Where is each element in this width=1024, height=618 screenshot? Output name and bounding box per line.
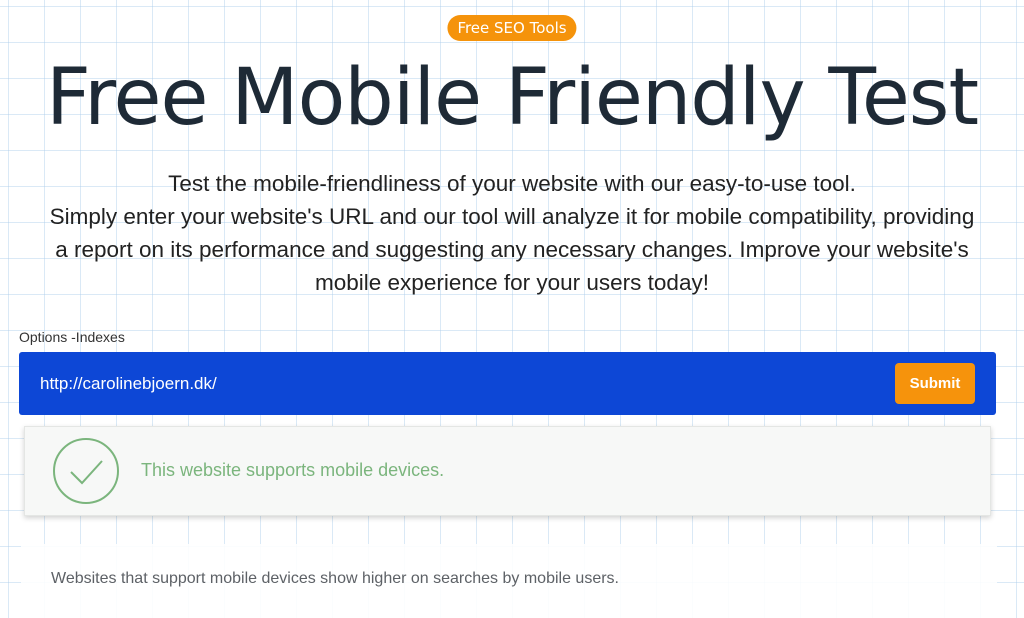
free-seo-tools-badge[interactable]: Free SEO Tools <box>447 15 577 41</box>
options-label: Options -Indexes <box>19 329 125 345</box>
url-input[interactable] <box>19 352 879 415</box>
description-line: mobile experience for your users today! <box>315 270 709 295</box>
description-line: Simply enter your website's URL and our … <box>49 204 975 229</box>
info-panel: Websites that support mobile devices sho… <box>21 544 997 618</box>
page-title: Free Mobile Friendly Test <box>45 53 979 143</box>
check-circle-icon <box>53 438 119 504</box>
result-card: This website supports mobile devices. <box>24 426 991 516</box>
submit-button[interactable]: Submit <box>895 363 975 404</box>
description-line: a report on its performance and suggesti… <box>55 237 969 262</box>
page-description: Test the mobile-friendliness of your web… <box>12 167 1012 299</box>
description-line: Test the mobile-friendliness of your web… <box>168 171 856 196</box>
info-text: Websites that support mobile devices sho… <box>51 570 619 587</box>
url-form: Submit <box>19 352 996 415</box>
result-message: This website supports mobile devices. <box>141 460 445 480</box>
